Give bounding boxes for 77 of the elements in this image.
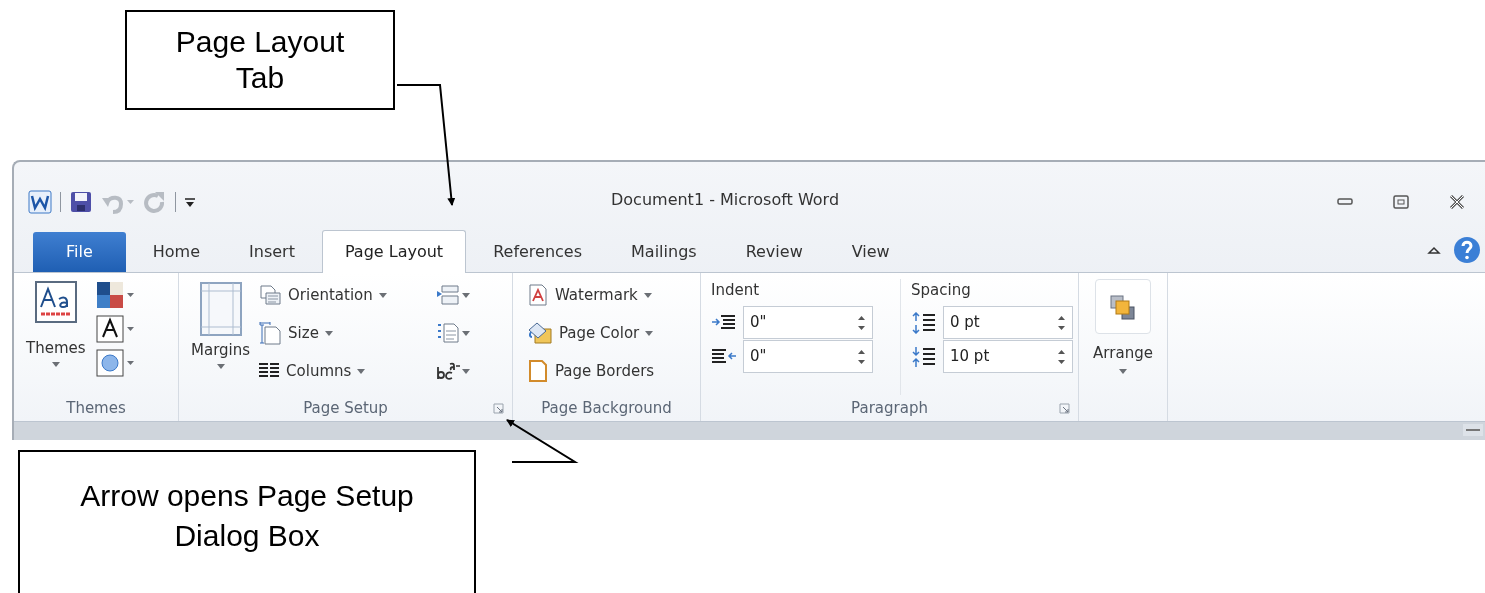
spinner-icon[interactable] bbox=[1057, 313, 1066, 332]
spinner-icon[interactable] bbox=[857, 347, 866, 366]
spin-field[interactable]: 0" bbox=[743, 340, 873, 373]
spin-field[interactable]: 10 pt bbox=[943, 340, 1073, 373]
page-setup-button[interactable]: Size bbox=[258, 319, 429, 347]
page-setup-button[interactable]: Columns bbox=[258, 357, 429, 385]
margins-button[interactable]: Margins bbox=[191, 281, 251, 395]
group-label: Page Background bbox=[541, 397, 672, 419]
spinner-icon[interactable] bbox=[1057, 347, 1066, 366]
caret-icon bbox=[1119, 368, 1127, 374]
group-label: Themes bbox=[66, 397, 126, 419]
ribbon-tab[interactable]: View bbox=[829, 232, 912, 272]
ribbon-tab[interactable]: Page Layout bbox=[321, 230, 467, 273]
spin-value: 0" bbox=[750, 312, 767, 334]
ribbon-tab[interactable]: Mailings bbox=[609, 232, 719, 272]
window-title: Document1 - Microsoft Word bbox=[611, 189, 840, 211]
customize-toolbar-icon[interactable] bbox=[184, 196, 196, 208]
caret-icon bbox=[378, 292, 387, 298]
dialog-launcher-icon[interactable] bbox=[1059, 403, 1070, 414]
close-icon[interactable] bbox=[1449, 195, 1465, 209]
group-label: Paragraph bbox=[851, 397, 928, 419]
page-background-button[interactable]: Watermark bbox=[527, 281, 700, 309]
theme-effects-icon[interactable] bbox=[95, 349, 136, 377]
caret-icon bbox=[462, 292, 471, 298]
ribbon-tab[interactable]: References bbox=[471, 232, 605, 272]
caret-icon bbox=[645, 330, 654, 336]
caret-icon bbox=[324, 330, 333, 336]
restore-icon[interactable] bbox=[1393, 195, 1409, 209]
caret-icon bbox=[357, 368, 366, 374]
page-background-button[interactable]: Page Borders bbox=[527, 357, 700, 385]
caret-icon bbox=[462, 368, 471, 374]
caret-icon bbox=[643, 292, 652, 298]
page-setup-button[interactable]: Orientation bbox=[258, 281, 429, 309]
help-icon[interactable] bbox=[1453, 236, 1481, 264]
themes-icon bbox=[34, 281, 77, 323]
group-label: Page Setup bbox=[303, 397, 388, 419]
page-background-button[interactable]: Page Color bbox=[527, 319, 700, 347]
line-numbers-icon bbox=[436, 322, 461, 344]
spacing-after-icon bbox=[911, 345, 937, 368]
caret-icon bbox=[51, 361, 60, 367]
ribbon-tab[interactable]: Insert bbox=[227, 232, 317, 272]
callout-text: Arrow opens Page Setup Dialog Box bbox=[79, 478, 415, 554]
spacing-before-icon bbox=[911, 311, 937, 334]
indent-label: Indent bbox=[711, 280, 761, 301]
spacing-label: Spacing bbox=[911, 280, 972, 301]
columns-icon bbox=[258, 362, 281, 380]
spin-value: 0 pt bbox=[950, 312, 980, 334]
watermark-icon bbox=[527, 283, 549, 307]
theme-colors-icon[interactable] bbox=[95, 281, 136, 309]
ruler-toggle-icon[interactable] bbox=[1463, 424, 1483, 436]
ribbon-tab[interactable]: Home bbox=[130, 232, 223, 272]
spin-field[interactable]: 0" bbox=[743, 306, 873, 339]
page-border-icon bbox=[527, 359, 549, 383]
save-icon[interactable] bbox=[69, 190, 93, 214]
page-breaks-icon bbox=[436, 284, 461, 306]
callout-text: Page Layout Tab bbox=[174, 24, 346, 96]
page-size-icon bbox=[258, 321, 283, 345]
paint-bucket-icon bbox=[527, 321, 553, 345]
caret-icon bbox=[216, 363, 225, 369]
collapse-ribbon-icon[interactable] bbox=[1427, 245, 1441, 255]
hyphenation-icon bbox=[436, 361, 461, 381]
ribbon-tab[interactable]: Review bbox=[723, 232, 825, 272]
spin-value: 0" bbox=[750, 346, 767, 368]
word-logo-icon[interactable] bbox=[28, 190, 52, 214]
spin-value: 10 pt bbox=[950, 346, 990, 368]
arrange-button[interactable]: Arrange bbox=[1093, 279, 1153, 421]
themes-button[interactable]: Themes bbox=[26, 281, 86, 395]
minimize-icon[interactable] bbox=[1337, 198, 1353, 206]
theme-fonts-icon[interactable] bbox=[95, 315, 136, 343]
dialog-launcher-icon[interactable] bbox=[493, 403, 504, 414]
page-orientation-icon bbox=[258, 284, 283, 306]
spin-field[interactable]: 0 pt bbox=[943, 306, 1073, 339]
spinner-icon[interactable] bbox=[857, 313, 866, 332]
margins-icon bbox=[198, 281, 243, 337]
file-tab[interactable]: File bbox=[33, 232, 126, 272]
stacked-squares-icon bbox=[1108, 292, 1138, 321]
caret-icon bbox=[462, 330, 471, 336]
